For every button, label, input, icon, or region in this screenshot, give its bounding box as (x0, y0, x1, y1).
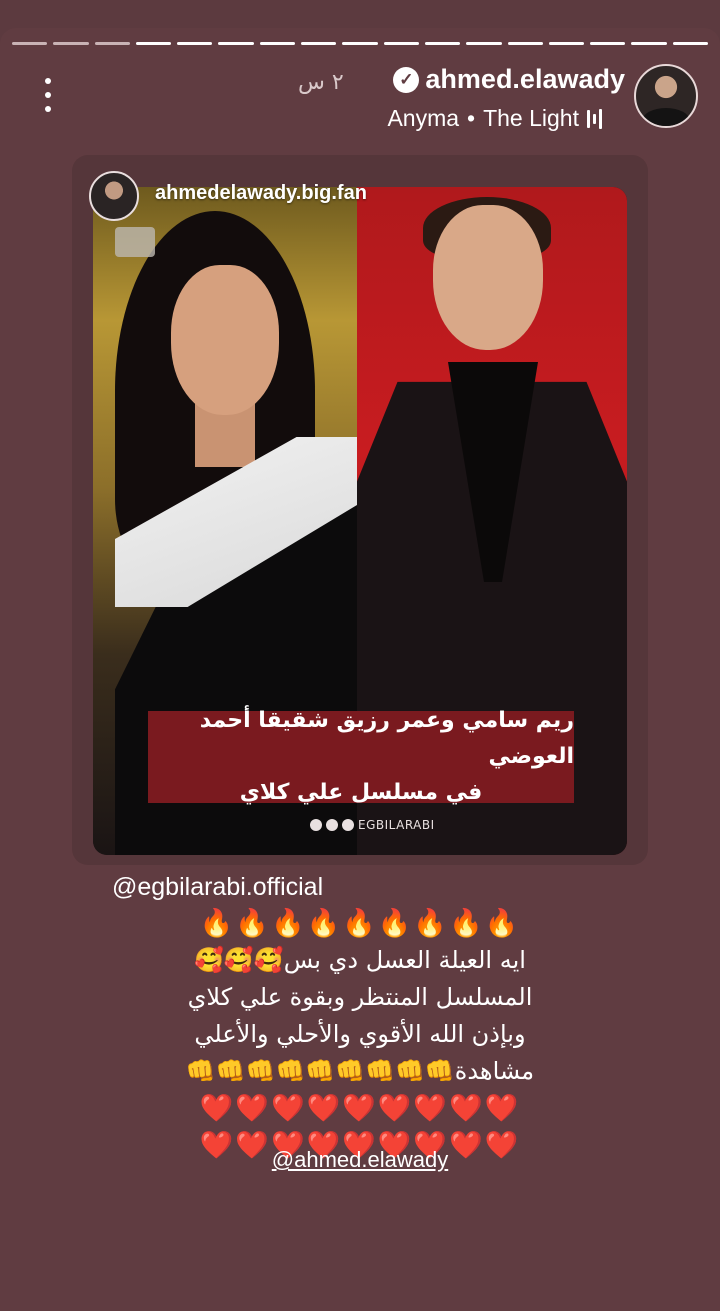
story-progress-bar (12, 42, 709, 45)
hearts-emoji-row: ❤️❤️❤️❤️❤️❤️❤️❤️❤️ (199, 1093, 521, 1124)
caption-line: في مسلسل علي كلاي (239, 780, 483, 805)
progress-segment (507, 42, 543, 45)
progress-segment (12, 42, 48, 45)
instagram-icon (326, 819, 338, 831)
profile-username[interactable]: ✓ ahmed.elawady (393, 64, 625, 95)
progress-segment (383, 42, 419, 45)
progress-segment (466, 42, 502, 45)
music-info[interactable]: Anyma • The Light (387, 105, 602, 132)
progress-segment (301, 42, 337, 45)
story-text-line: وبإذن الله الأقوي والأحلي والأعلي (194, 1020, 526, 1048)
progress-segment (548, 42, 585, 45)
post-caption-box: ريم سامي وعمر رزيق شقيقا أحمد العوضي في … (148, 708, 574, 805)
music-separator: • (467, 105, 476, 131)
fire-emoji-row: 🔥🔥🔥🔥🔥🔥🔥🔥🔥 (199, 908, 521, 939)
caption-line: ريم سامي وعمر رزيق شقيقا أحمد العوضي (199, 708, 574, 769)
music-track: The Light (483, 105, 579, 131)
mention-sticker[interactable]: @ahmed.elawady (0, 1147, 720, 1173)
progress-segment (672, 42, 709, 45)
progress-segment (631, 42, 667, 45)
post-time: ٢ س (298, 70, 344, 95)
twitter-icon (342, 819, 354, 831)
username-text: ahmed.elawady (425, 64, 625, 94)
progress-segment (177, 42, 213, 45)
progress-segment (590, 42, 626, 45)
shared-post-avatar[interactable] (89, 171, 139, 221)
brand-watermark: EGBILARABI (310, 818, 435, 832)
story-text-line: مشاهدة👊👊👊👊👊👊👊👊👊 (185, 1057, 535, 1085)
progress-segment (135, 42, 172, 45)
music-artist: Anyma (387, 105, 460, 131)
progress-segment (342, 42, 378, 45)
progress-segment (218, 42, 254, 45)
story-text-line: المسلسل المنتظر وبقوة علي كلاي (187, 983, 533, 1011)
shared-post-username[interactable]: ahmedelawady.big.fan (155, 182, 367, 205)
more-options-icon[interactable] (34, 78, 62, 112)
mention-sticker[interactable]: @egbilarabi.official (112, 873, 323, 902)
story-text-block: 🔥🔥🔥🔥🔥🔥🔥🔥🔥 ايه العيلة العسل دي بس🥰🥰🥰 المس… (120, 905, 600, 1164)
progress-segment (53, 42, 89, 45)
story-text-line: ايه العيلة العسل دي بس🥰🥰🥰 (194, 946, 526, 974)
equalizer-icon (587, 108, 602, 130)
progress-segment (424, 42, 461, 45)
progress-segment (94, 42, 130, 45)
profile-avatar[interactable] (634, 64, 698, 128)
brand-name: EGBILARABI (358, 818, 435, 832)
facebook-icon (310, 819, 322, 831)
verified-badge-icon: ✓ (393, 66, 420, 93)
progress-segment (259, 42, 296, 45)
